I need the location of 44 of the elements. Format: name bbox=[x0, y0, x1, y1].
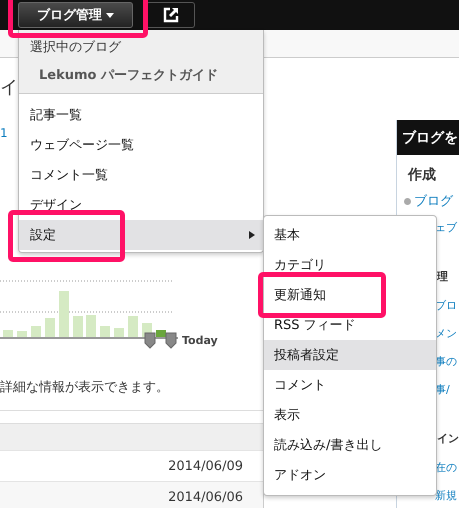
menu-item[interactable]: ウェブページ一覧 bbox=[19, 130, 263, 160]
caret-icon bbox=[106, 12, 114, 18]
menu-item[interactable]: 設定 bbox=[19, 220, 263, 250]
menu-section-label: 選択中のブログ bbox=[29, 39, 122, 57]
date-cell: 2014/06/09 bbox=[168, 458, 243, 474]
sidebar-link[interactable]: ェブ bbox=[435, 220, 457, 234]
chart-bar bbox=[59, 291, 69, 338]
menu-item[interactable]: デザイン bbox=[19, 190, 263, 220]
page-title: イ bbox=[0, 76, 18, 100]
external-link-icon bbox=[162, 7, 178, 23]
chart-bar bbox=[31, 326, 41, 338]
submenu-item[interactable]: アドオン bbox=[264, 460, 436, 490]
marker-icon bbox=[144, 332, 156, 349]
chart-bar bbox=[100, 326, 110, 338]
submenu-item[interactable]: 更新通知 bbox=[264, 280, 436, 310]
menu-item[interactable]: 記事一覧 bbox=[19, 100, 263, 130]
current-blog-name[interactable]: Lekumo パーフェクトガイド bbox=[19, 61, 263, 91]
sidebar-link[interactable]: ブログ bbox=[414, 192, 453, 210]
chart-bar bbox=[128, 316, 138, 338]
submenu-item[interactable]: 読み込み/書き出し bbox=[264, 430, 436, 460]
chart-bar bbox=[114, 328, 124, 338]
today-bar bbox=[156, 330, 166, 337]
info-text: 詳細な情報が表示できます。 bbox=[0, 380, 170, 396]
submenu-item[interactable]: 表示 bbox=[264, 400, 436, 430]
menu-item[interactable]: コメント一覧 bbox=[19, 160, 263, 190]
submenu-item[interactable]: コメント bbox=[264, 370, 436, 400]
sidebar-heading: イン bbox=[436, 431, 459, 447]
chart-bar bbox=[45, 318, 55, 338]
sidebar-heading: 作成 bbox=[406, 166, 437, 185]
submenu-item[interactable]: 基本 bbox=[264, 220, 436, 250]
submenu-item[interactable]: カテゴリ bbox=[264, 250, 436, 280]
marker-icon bbox=[166, 332, 176, 349]
submenu-item[interactable]: RSS フィード bbox=[264, 310, 436, 340]
external-link-button[interactable] bbox=[146, 2, 195, 28]
submenu-item[interactable]: 投稿者設定 bbox=[264, 340, 436, 370]
sidebar-heading: 理 bbox=[436, 269, 449, 285]
today-label: Today bbox=[182, 334, 218, 347]
bullet-icon bbox=[404, 198, 411, 204]
blog-menu-button[interactable]: ブログ管理 bbox=[18, 2, 133, 28]
sidebar-title: ブログを bbox=[397, 120, 459, 155]
sidebar-link[interactable]: 新規 bbox=[435, 488, 457, 502]
date-cell: 2014/06/06 bbox=[168, 490, 243, 504]
chart-bar bbox=[86, 315, 96, 338]
chart-bar bbox=[73, 316, 83, 338]
